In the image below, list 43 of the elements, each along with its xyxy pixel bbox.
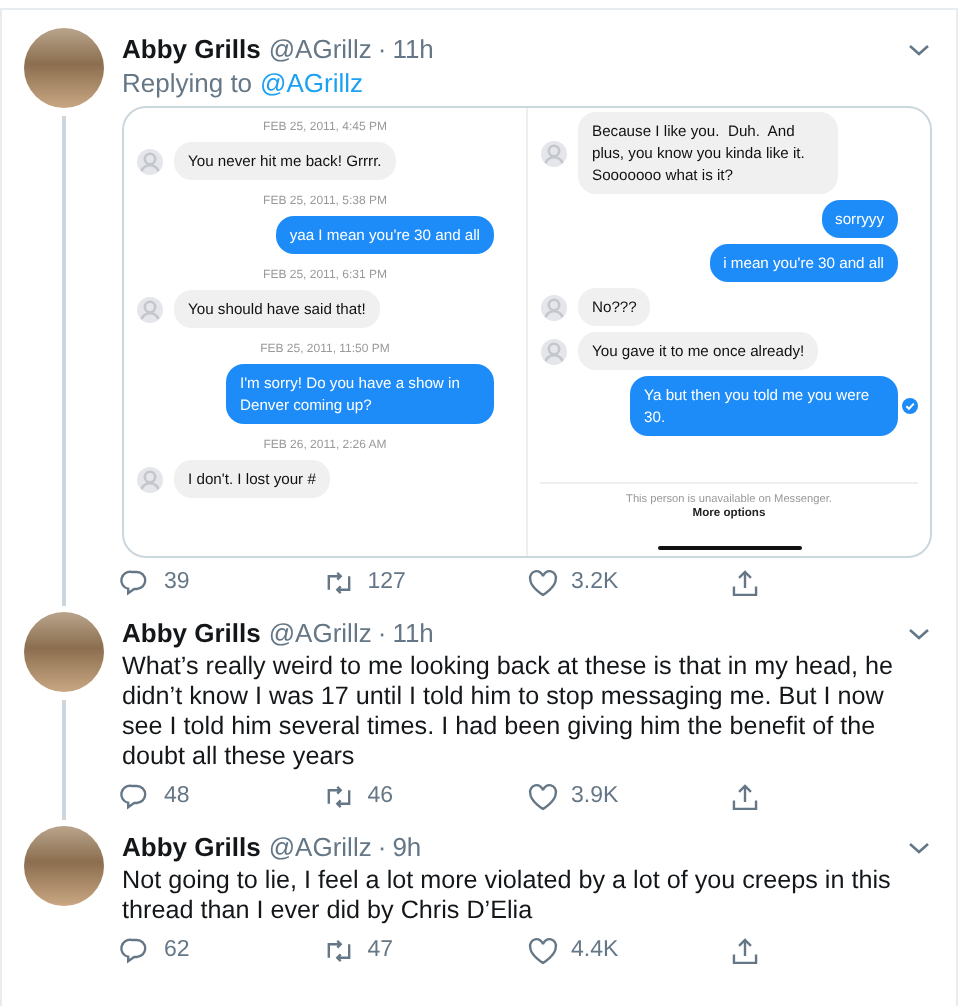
retweet-count: 47	[367, 938, 394, 962]
reply-icon[interactable]	[118, 779, 152, 813]
person-icon	[540, 139, 568, 167]
share-icon[interactable]	[728, 779, 763, 813]
person-icon	[136, 295, 164, 323]
heart-icon[interactable]	[525, 779, 559, 813]
separator-dot: ·	[377, 34, 387, 64]
tweet-text: What’s really weird to me looking back at these is that in my head, he didn’t know I was 17 until I told him to stop messaging me. But I now see I told him several times. I had been giving him the benefit of the doubt all these years	[122, 652, 895, 772]
user-handle: @AGrillz	[268, 832, 372, 862]
heart-icon[interactable]	[525, 933, 559, 967]
tweet-time: 11h	[392, 618, 434, 648]
user-handle: @AGrillz	[268, 34, 372, 64]
share-icon[interactable]	[728, 933, 763, 967]
heart-icon[interactable]	[525, 565, 559, 599]
tweet-time: 9h	[392, 832, 422, 862]
avatar-photo	[24, 826, 104, 906]
avatar-photo	[24, 28, 104, 108]
avatar-photo	[24, 612, 104, 692]
retweet-count: 46	[367, 784, 394, 808]
person-icon	[540, 337, 568, 365]
tweet-time: 11h	[392, 34, 434, 64]
reply-count: 62	[164, 938, 190, 962]
user-name[interactable]: Abby Grills	[122, 832, 261, 862]
user-name[interactable]: Abby Grills	[122, 34, 261, 64]
home-indicator	[657, 546, 801, 550]
retweet-count: 127	[367, 570, 406, 594]
reply-count: 48	[164, 784, 190, 808]
share-icon[interactable]	[728, 565, 763, 599]
replying-label: Replying to	[122, 68, 253, 98]
tweet-text: Not going to lie, I feel a lot more violated by a lot of you creeps in this thread than I ever did by Chris D’Elia	[122, 866, 893, 926]
reply-count: 39	[164, 570, 190, 594]
user-name[interactable]: Abby Grills	[122, 618, 261, 648]
reply-icon[interactable]	[118, 565, 152, 599]
person-icon	[136, 465, 164, 493]
reply-icon[interactable]	[118, 933, 152, 967]
person-icon	[540, 293, 568, 321]
separator-dot: ·	[377, 832, 387, 862]
like-count: 3.9K	[571, 784, 619, 808]
user-handle: @AGrillz	[268, 618, 372, 648]
like-count: 4.4K	[571, 938, 619, 962]
separator-dot: ·	[377, 618, 387, 648]
person-icon	[136, 147, 164, 175]
like-count: 3.2K	[571, 570, 619, 594]
